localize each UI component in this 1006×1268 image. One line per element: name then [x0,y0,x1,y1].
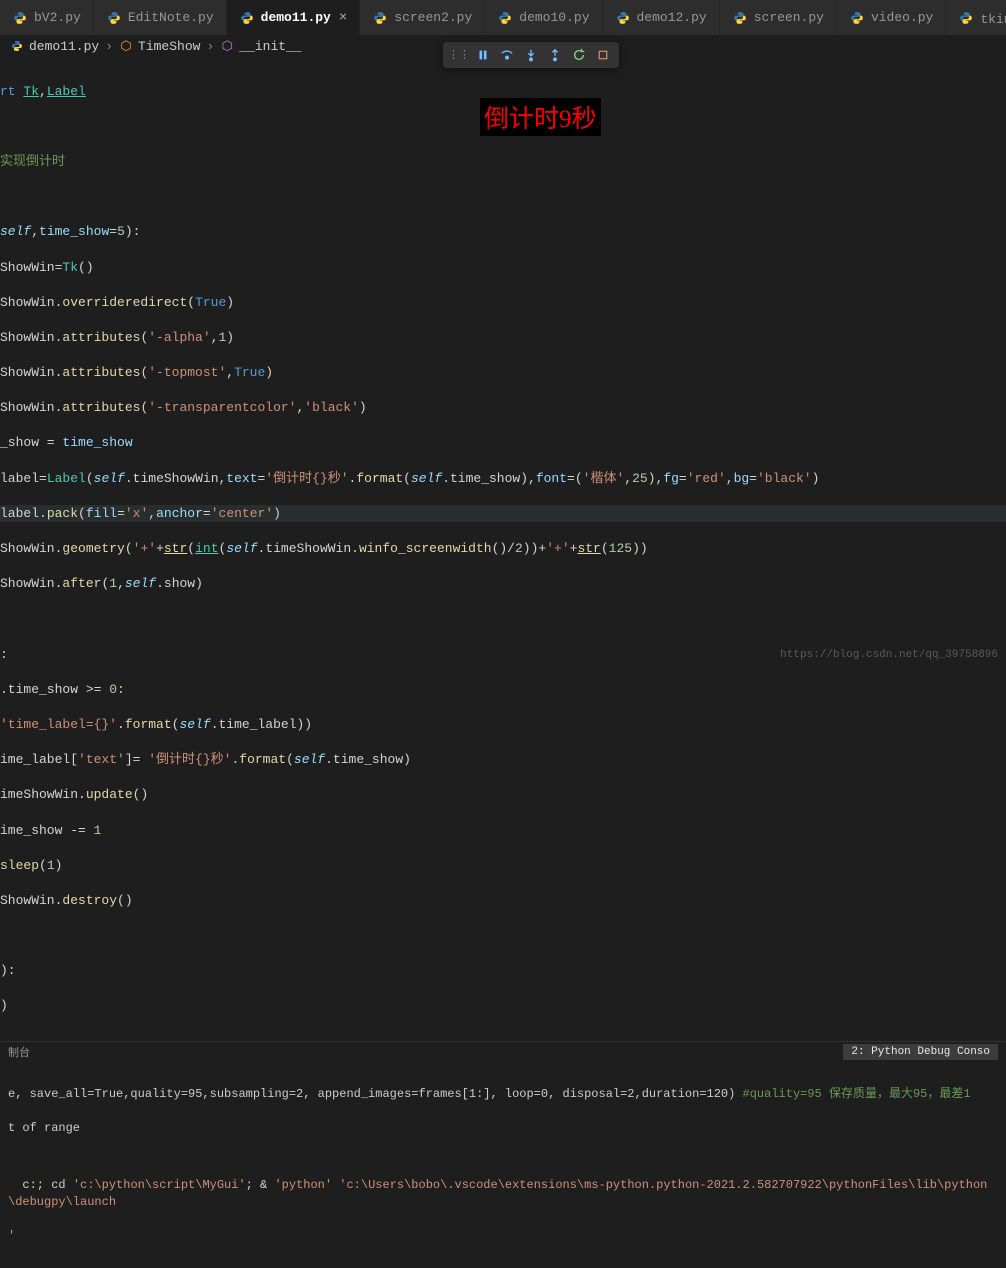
code-line: _show = time_show [0,434,1006,452]
code-line: 实现倒计时 [0,153,1006,171]
tab-label: screen.py [754,10,824,25]
tab-demo12[interactable]: demo12.py [603,0,720,35]
code-line: ) [0,997,1006,1015]
python-icon [239,10,255,26]
chevron-right-icon: › [206,39,214,54]
tab-label: demo12.py [637,10,707,25]
python-icon [497,10,513,26]
code-line: self,time_show=5): [0,223,1006,241]
python-icon [615,10,631,26]
tab-bv2[interactable]: bV2.py [0,0,94,35]
breadcrumb-method: __init__ [239,39,301,54]
code-line: ime_show -= 1 [0,822,1006,840]
code-line: rt Tk,Label [0,83,1006,101]
code-line: ShowWin.overrideredirect(True) [0,294,1006,312]
tab-label: tkinter实现的画图.py [980,8,1006,27]
python-icon [10,39,24,53]
code-line-current: label.pack(fill='x',anchor='center') [0,505,1006,523]
code-line: 'time_label={}'.format(self.time_label)) [0,716,1006,734]
tab-video[interactable]: video.py [837,0,946,35]
tab-demo11[interactable]: demo11.py × [227,0,361,35]
panel-tab-console[interactable]: 制台 [8,1044,30,1060]
breadcrumb-class: TimeShow [138,39,200,54]
code-line: ShowWin.attributes('-topmost',True) [0,364,1006,382]
panel-tab-bar: 制台 2: Python Debug Conso [0,1041,1006,1063]
chevron-right-icon: › [105,39,113,54]
tab-label: bV2.py [34,10,81,25]
breadcrumb-file: demo11.py [29,39,99,54]
code-line: label=Label(self.timeShowWin,text='倒计时{}… [0,470,1006,488]
python-icon [106,10,122,26]
code-line: ShowWin.destroy() [0,892,1006,910]
code-line: ime_label['text']= '倒计时{}秒'.format(self.… [0,751,1006,769]
python-icon [372,10,388,26]
python-icon [849,10,865,26]
close-icon[interactable]: × [339,10,347,26]
terminal-output[interactable]: e, save_all=True,quality=95,subsampling=… [0,1063,1006,1268]
tab-label: demo10.py [519,10,589,25]
code-line: .time_show >= 0: [0,681,1006,699]
python-icon [732,10,748,26]
tab-tkinter[interactable]: tkinter实现的画图.py [946,0,1006,35]
python-icon [958,10,974,26]
terminal-selector[interactable]: 2: Python Debug Conso [843,1044,998,1060]
code-line: sleep(1) [0,857,1006,875]
code-line: ShowWin.attributes('-transparentcolor','… [0,399,1006,417]
terminal-line: t of range [8,1120,998,1137]
code-editor[interactable]: rt Tk,Label 实现倒计时 self,time_show=5): Sho… [0,57,1006,1041]
code-line: ): [0,962,1006,980]
code-line: ShowWin=Tk() [0,259,1006,277]
tab-editnote[interactable]: EditNote.py [94,0,227,35]
tab-bar: bV2.py EditNote.py demo11.py × screen2.p… [0,0,1006,35]
tab-label: video.py [871,10,933,25]
tab-label: screen2.py [394,10,472,25]
class-symbol-icon: ⬡ [119,39,133,53]
method-symbol-icon: ⬡ [220,39,234,53]
code-line: ShowWin.after(1,self.show) [0,575,1006,593]
terminal-line: ' [8,1228,998,1245]
tab-demo10[interactable]: demo10.py [485,0,602,35]
watermark-text: https://blog.csdn.net/qq_39758896 [780,649,998,661]
tab-screen[interactable]: screen.py [720,0,837,35]
terminal-line: c:; cd 'c:\python\script\MyGui'; & 'pyth… [8,1177,998,1211]
tab-screen2[interactable]: screen2.py [360,0,485,35]
terminal-line: e, save_all=True,quality=95,subsampling=… [8,1086,998,1103]
tab-label: demo11.py [261,10,331,25]
code-line: ShowWin.attributes('-alpha',1) [0,329,1006,347]
python-icon [12,10,28,26]
code-line: ShowWin.geometry('+'+str(int(self.timeSh… [0,540,1006,558]
code-line: imeShowWin.update() [0,786,1006,804]
tab-label: EditNote.py [128,10,214,25]
